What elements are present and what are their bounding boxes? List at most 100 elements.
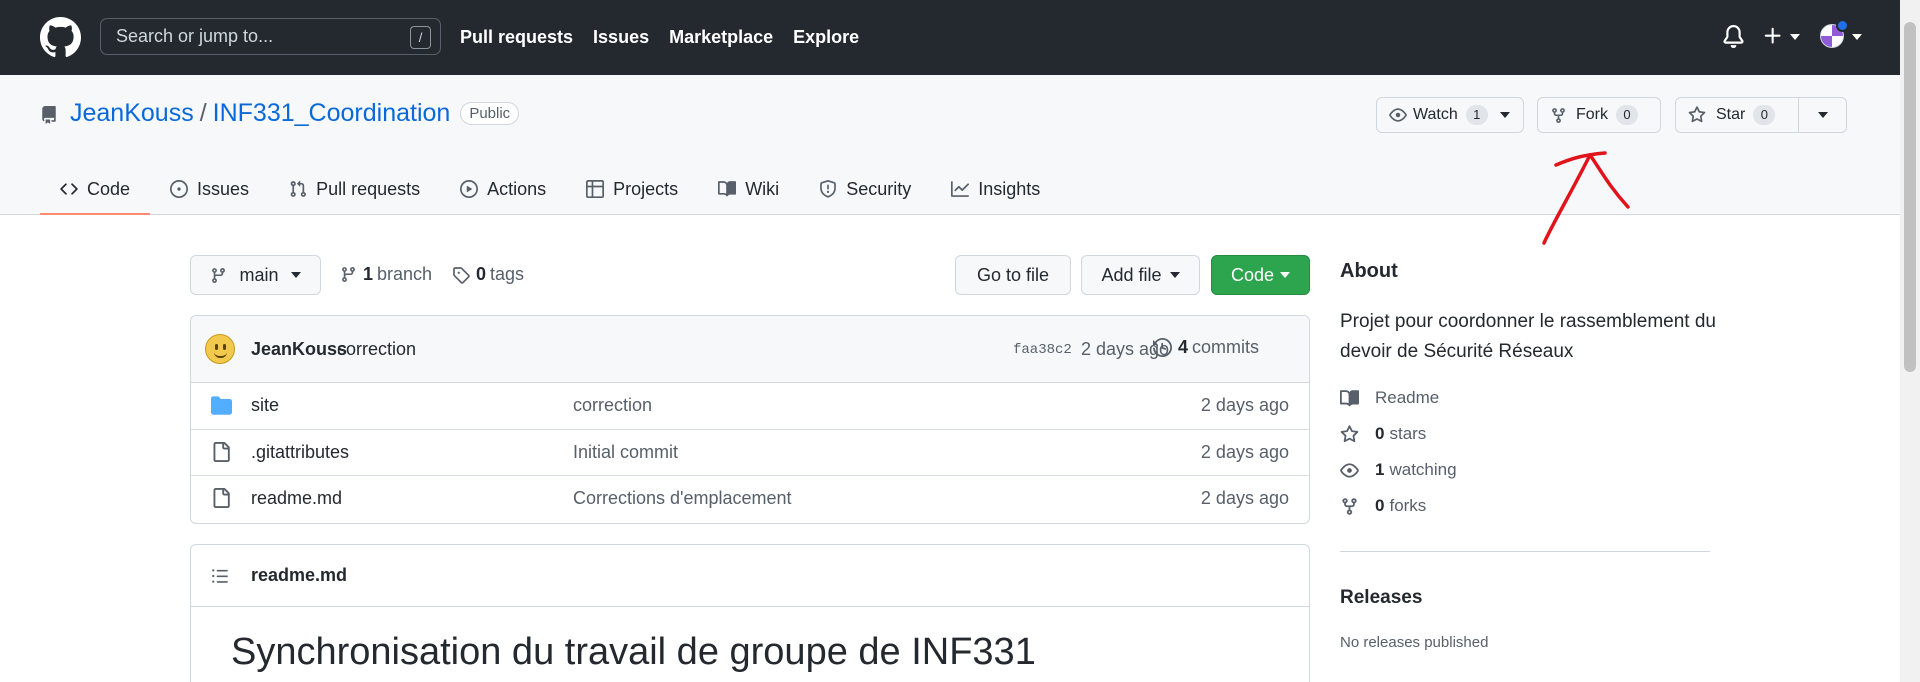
add-file-button[interactable]: Add file: [1081, 255, 1200, 295]
search-input[interactable]: [101, 19, 440, 54]
stars-count: 0: [1375, 424, 1385, 443]
branches-link[interactable]: 1 branch: [340, 264, 432, 285]
commit-author[interactable]: JeanKouss: [251, 339, 347, 360]
tab-projects[interactable]: Projects: [566, 163, 698, 215]
tab-issues[interactable]: Issues: [150, 163, 269, 215]
code-button[interactable]: Code: [1211, 255, 1310, 295]
global-header: / Pull requests Issues Marketplace Explo…: [0, 0, 1920, 75]
releases-empty-text: No releases published: [1340, 634, 1489, 651]
star-button[interactable]: Star 0: [1676, 98, 1798, 132]
watch-button-group: Watch 1: [1376, 97, 1524, 133]
repo-title: JeanKouss / INF331_Coordination Public: [40, 99, 520, 128]
star-button-group: Star 0: [1675, 97, 1847, 133]
stars-label: stars: [1389, 424, 1427, 443]
avatar-dropdown-caret-icon[interactable]: [1852, 34, 1862, 40]
branch-dropdown-caret-icon: [290, 272, 301, 278]
file-name[interactable]: site: [251, 395, 279, 416]
tab-wiki[interactable]: Wiki: [698, 163, 799, 215]
bell-icon[interactable]: [1722, 25, 1745, 48]
commit-sha[interactable]: faa38c2: [1013, 342, 1072, 358]
file-icon: [213, 442, 230, 462]
releases-title[interactable]: Releases: [1340, 587, 1422, 609]
tab-code[interactable]: Code: [40, 163, 151, 215]
tab-insights-label: Insights: [978, 178, 1041, 199]
readme-link-label: Readme: [1375, 388, 1440, 407]
readme-header: readme.md: [191, 545, 1309, 607]
star-list-dropdown[interactable]: [1798, 98, 1846, 132]
file-row[interactable]: site correction 2 days ago: [191, 383, 1309, 429]
fork-button-group: Fork 0: [1537, 97, 1661, 133]
search-box[interactable]: /: [100, 18, 441, 55]
watch-button[interactable]: Watch 1: [1377, 98, 1518, 132]
repo-path-separator: /: [199, 99, 207, 127]
file-row[interactable]: .gitattributes Initial commit 2 days ago: [191, 429, 1309, 475]
pull-request-icon: [290, 180, 306, 197]
plus-dropdown-caret-icon[interactable]: [1790, 34, 1800, 40]
tab-security[interactable]: Security: [799, 163, 931, 215]
fork-button[interactable]: Fork 0: [1538, 98, 1650, 132]
watching-label: watching: [1389, 460, 1457, 479]
nav-issues[interactable]: Issues: [593, 27, 649, 48]
forks-link[interactable]: 0 forks: [1340, 496, 1426, 516]
fork-label: Fork: [1576, 106, 1608, 123]
shield-icon: [820, 180, 837, 198]
watch-label: Watch: [1413, 106, 1458, 123]
issue-icon: [170, 180, 189, 198]
nav-marketplace[interactable]: Marketplace: [669, 27, 773, 48]
star-icon: [1688, 106, 1706, 123]
tab-pull-requests[interactable]: Pull requests: [269, 163, 440, 215]
commits-link[interactable]: 4 commits: [1153, 337, 1259, 358]
forks-count: 0: [1375, 496, 1385, 515]
tab-actions-label: Actions: [487, 178, 547, 199]
tab-insights[interactable]: Insights: [931, 163, 1060, 215]
file-commit-message[interactable]: Corrections d'emplacement: [573, 488, 792, 509]
book-icon: [1340, 389, 1359, 406]
nav-pull-requests[interactable]: Pull requests: [460, 27, 573, 48]
file-row[interactable]: readme.md Corrections d'emplacement 2 da…: [191, 475, 1309, 521]
nav-explore[interactable]: Explore: [793, 27, 859, 48]
tab-issues-label: Issues: [197, 178, 250, 199]
table-icon: [586, 180, 605, 198]
stars-link[interactable]: 0 stars: [1340, 424, 1426, 444]
repo-icon: [42, 105, 56, 124]
repo-owner-link[interactable]: JeanKouss: [70, 99, 194, 128]
tag-icon: [453, 266, 470, 284]
repo-name-link[interactable]: INF331_Coordination: [213, 99, 451, 128]
search-shortcut-hint: /: [410, 26, 431, 49]
sidebar-divider: [1340, 551, 1710, 552]
tab-pull-requests-label: Pull requests: [316, 178, 421, 199]
tab-actions[interactable]: Actions: [440, 163, 566, 215]
tags-link[interactable]: 0 tags: [452, 264, 524, 285]
star-dropdown-caret-icon: [1817, 112, 1828, 118]
page-scrollbar[interactable]: [1900, 0, 1920, 682]
graph-icon: [951, 181, 970, 197]
star-label: Star: [1716, 106, 1746, 123]
visibility-badge: Public: [460, 102, 520, 125]
readme-link[interactable]: Readme: [1340, 388, 1439, 408]
eye-icon: [1389, 108, 1407, 122]
forks-label: forks: [1389, 496, 1427, 515]
list-unordered-icon[interactable]: [211, 567, 229, 585]
file-name[interactable]: .gitattributes: [251, 442, 349, 463]
tab-wiki-label: Wiki: [745, 178, 780, 199]
watch-count: 1: [1465, 105, 1488, 125]
file-name[interactable]: readme.md: [251, 488, 342, 509]
branch-selector[interactable]: main: [190, 255, 321, 295]
tab-code-label: Code: [87, 178, 131, 199]
go-to-file-button[interactable]: Go to file: [955, 255, 1071, 295]
repo-forked-icon: [1552, 107, 1565, 123]
tab-projects-label: Projects: [613, 178, 679, 199]
plus-icon[interactable]: [1762, 25, 1784, 47]
commit-author-avatar[interactable]: [205, 334, 235, 364]
repo-tabs: Code Issues Pull requests Actions Projec…: [40, 163, 1060, 215]
github-mark-icon[interactable]: [40, 17, 81, 58]
watch-dropdown-caret-icon[interactable]: [1499, 112, 1510, 118]
file-age: 2 days ago: [1200, 395, 1289, 415]
scrollbar-thumb[interactable]: [1904, 22, 1916, 372]
file-commit-message[interactable]: correction: [573, 395, 652, 416]
commit-message[interactable]: correction: [337, 339, 416, 360]
readme-filename[interactable]: readme.md: [251, 565, 347, 586]
file-commit-message[interactable]: Initial commit: [573, 442, 678, 463]
readme-panel: readme.md Synchronisation du travail de …: [190, 544, 1310, 682]
watchers-link[interactable]: 1 watching: [1340, 460, 1457, 480]
